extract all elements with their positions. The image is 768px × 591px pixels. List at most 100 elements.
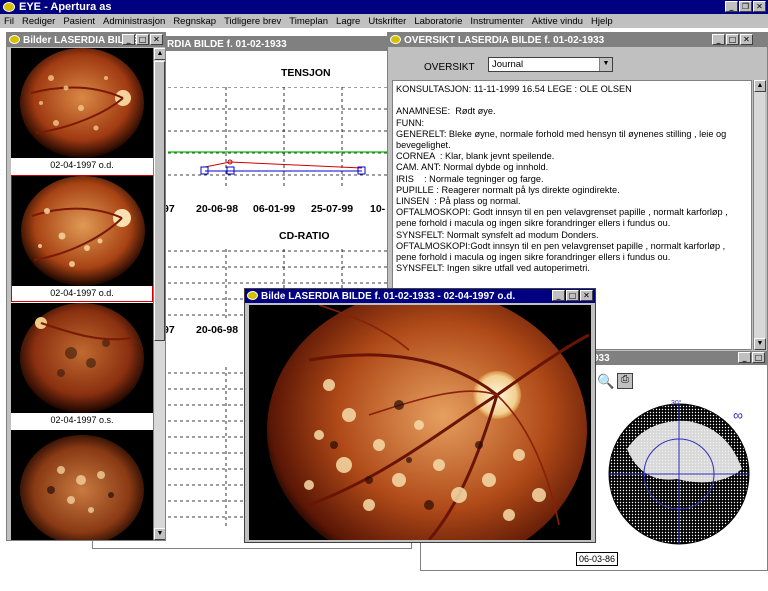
date-label: 06-01-99 (253, 203, 296, 215)
menu-item-administrasjon[interactable]: Administrasjon (99, 16, 169, 27)
app-titlebar: EYE - Apertura as _ ❐ ✕ (0, 0, 768, 14)
big-image-title: Bilde LASERDIA BILDE f. 01-02-1933 - 02-… (261, 290, 516, 302)
journal-line: IRIS : Normale tegninger og farge. (396, 173, 544, 184)
journal-line (396, 95, 748, 106)
app-window-controls: _ ❐ ✕ (725, 1, 766, 12)
thumbnail-item[interactable] (11, 430, 153, 540)
visual-field-date: 06-03-86 (576, 552, 618, 566)
minimize-icon[interactable]: _ (725, 1, 738, 12)
big-image-titlebar: Bilde LASERDIA BILDE f. 01-02-1933 - 02-… (245, 289, 595, 303)
thumbnail-scrollbar[interactable]: ▲ ▼ (153, 48, 165, 540)
close-icon[interactable]: ✕ (150, 34, 163, 45)
maximize-icon[interactable]: □ (726, 34, 739, 45)
chevron-down-icon[interactable]: ▼ (599, 58, 612, 71)
journal-line: FUNN: (396, 117, 425, 128)
oversikt-select[interactable]: Journal ▼ (488, 57, 613, 72)
thumbnail-item[interactable]: 02-04-1997 o.s. (11, 303, 153, 428)
menu-item-instrumenter[interactable]: Instrumenter (466, 16, 527, 27)
minimize-icon[interactable]: _ (738, 352, 751, 363)
menubar: Fil Rediger Pasient Administrasjon Regns… (0, 14, 768, 28)
chart-window-title: RDIA BILDE f. 01-02-1933 (167, 38, 287, 50)
journal-scrollbar[interactable]: ▲ ▼ (753, 80, 766, 350)
minimize-icon[interactable]: _ (712, 34, 725, 45)
menu-item-laboratorie[interactable]: Laboratorie (410, 16, 466, 27)
menu-item-pasient[interactable]: Pasient (59, 16, 99, 27)
app-logo-icon (3, 2, 15, 12)
minimize-icon[interactable]: _ (122, 34, 135, 45)
journal-line: GENERELT: Bleke øyne, normale forhold me… (396, 128, 729, 151)
scroll-up-icon[interactable]: ▲ (754, 80, 766, 92)
oversikt-label: OVERSIKT (424, 62, 475, 73)
date-label: 25-07-99 (311, 203, 354, 215)
big-image-logo-icon (247, 291, 258, 300)
tensjon-title: TENSJON (281, 67, 331, 79)
journal-line: SYNSFELT: Ingen sikre utfall ved autoper… (396, 263, 590, 274)
oversikt-select-value: Journal (492, 59, 524, 70)
infinity-label: ∞ (733, 407, 743, 423)
fundus-image-thumbnail[interactable] (11, 48, 153, 158)
bilder-titlebar: Bilder LASERDIA BILDE _ □ ✕ (7, 33, 165, 47)
bilder-title: Bilder LASERDIA BILDE (23, 34, 138, 46)
thumbnail-label: 02-04-1997 o.d. (50, 288, 114, 298)
fundus-image-thumbnail[interactable] (11, 430, 153, 540)
zoom-icon[interactable]: 🔍 (597, 373, 614, 389)
journal-line: SYNSFELT: Normalt synsfelt ad modum Dond… (396, 229, 599, 240)
visual-field-controls: _ □ (738, 352, 765, 363)
journal-line: OFTALMOSKOPI: Godt innsyn til en pen vel… (396, 207, 731, 229)
big-image-controls: _ □ ✕ (552, 290, 593, 301)
restore-icon[interactable]: ❐ (739, 1, 752, 12)
thumbnail-label: 02-04-1997 o.s. (50, 415, 114, 425)
minimize-icon[interactable]: _ (552, 290, 565, 301)
fundus-image-thumbnail[interactable] (11, 303, 153, 413)
journal-line: PUPILLE : Reagerer normalt på lys direkt… (396, 184, 620, 195)
journal-line: CORNEA : Klar, blank jevnt speilende. (396, 151, 555, 162)
journal-line: CAM. ANT: Normal dybde og innhold. (396, 162, 549, 173)
scroll-down-icon[interactable]: ▼ (754, 338, 766, 350)
oversikt-logo-icon (390, 35, 401, 44)
thumbnail-list: 02-04-1997 o.d. 02-04-1997 o.d. 02-04-19… (11, 48, 153, 540)
oversikt-titlebar: OVERSIKT LASERDIA BILDE f. 01-02-1933 _ … (388, 33, 767, 47)
thumbnail-item-selected[interactable]: 02-04-1997 o.d. (11, 175, 153, 302)
menu-item-utskrifter[interactable]: Utskrifter (364, 16, 410, 27)
menu-item-aktive-vindu[interactable]: Aktive vindu (528, 16, 587, 27)
menu-item-tidligere-brev[interactable]: Tidligere brev (220, 16, 285, 27)
scrollbar-thumb[interactable] (154, 61, 165, 341)
tensjon-chart (168, 87, 398, 187)
oversikt-controls: _ □ ✕ (712, 34, 753, 45)
big-image-window: Bilde LASERDIA BILDE f. 01-02-1933 - 02-… (244, 288, 596, 543)
app-title: EYE - Apertura as (19, 1, 112, 13)
menu-item-regnskap[interactable]: Regnskap (169, 16, 220, 27)
date-label: 10- (370, 203, 386, 215)
menu-item-lagre[interactable]: Lagre (332, 16, 364, 27)
menu-item-rediger[interactable]: Rediger (18, 16, 59, 27)
bilder-window: Bilder LASERDIA BILDE _ □ ✕ 02-04-1997 o… (6, 32, 166, 541)
close-icon[interactable]: ✕ (580, 290, 593, 301)
date-label: 20-06-98 (196, 324, 239, 336)
oversikt-title: OVERSIKT LASERDIA BILDE f. 01-02-1933 (404, 34, 605, 46)
fundus-image-large[interactable] (249, 305, 591, 540)
journal-line: LINSEN : På plass og normal. (396, 196, 521, 207)
degree-label: 30° (671, 400, 682, 407)
bilder-controls: _ □ ✕ (122, 34, 163, 45)
menu-item-hjelp[interactable]: Hjelp (587, 16, 617, 27)
thumbnail-item[interactable]: 02-04-1997 o.d. (11, 48, 153, 173)
close-icon[interactable]: ✕ (753, 1, 766, 12)
fundus-image-thumbnail[interactable] (12, 176, 153, 286)
scroll-up-icon[interactable]: ▲ (154, 48, 165, 60)
menu-item-fil[interactable]: Fil (0, 16, 18, 27)
print-icon[interactable]: ⎙ (617, 373, 633, 389)
journal-line: KONSULTASJON: 11-11-1999 16.54 LEGE : OL… (396, 84, 632, 94)
thumbnail-label: 02-04-1997 o.d. (50, 160, 114, 170)
visual-field-plot (608, 403, 750, 545)
scroll-down-icon[interactable]: ▼ (154, 528, 165, 540)
cd-ratio-title: CD-RATIO (279, 230, 330, 242)
maximize-icon[interactable]: □ (136, 34, 149, 45)
maximize-icon[interactable]: □ (752, 352, 765, 363)
date-label: 20-06-98 (196, 203, 239, 215)
bilder-logo-icon (9, 35, 20, 44)
close-icon[interactable]: ✕ (740, 34, 753, 45)
maximize-icon[interactable]: □ (566, 290, 579, 301)
journal-line: ANAMNESE: Rødt øye. (396, 106, 496, 117)
journal-line: OFTALMOSKOPI:Godt innsyn til en pen vela… (396, 240, 728, 263)
menu-item-timeplan[interactable]: Timeplan (285, 16, 332, 27)
